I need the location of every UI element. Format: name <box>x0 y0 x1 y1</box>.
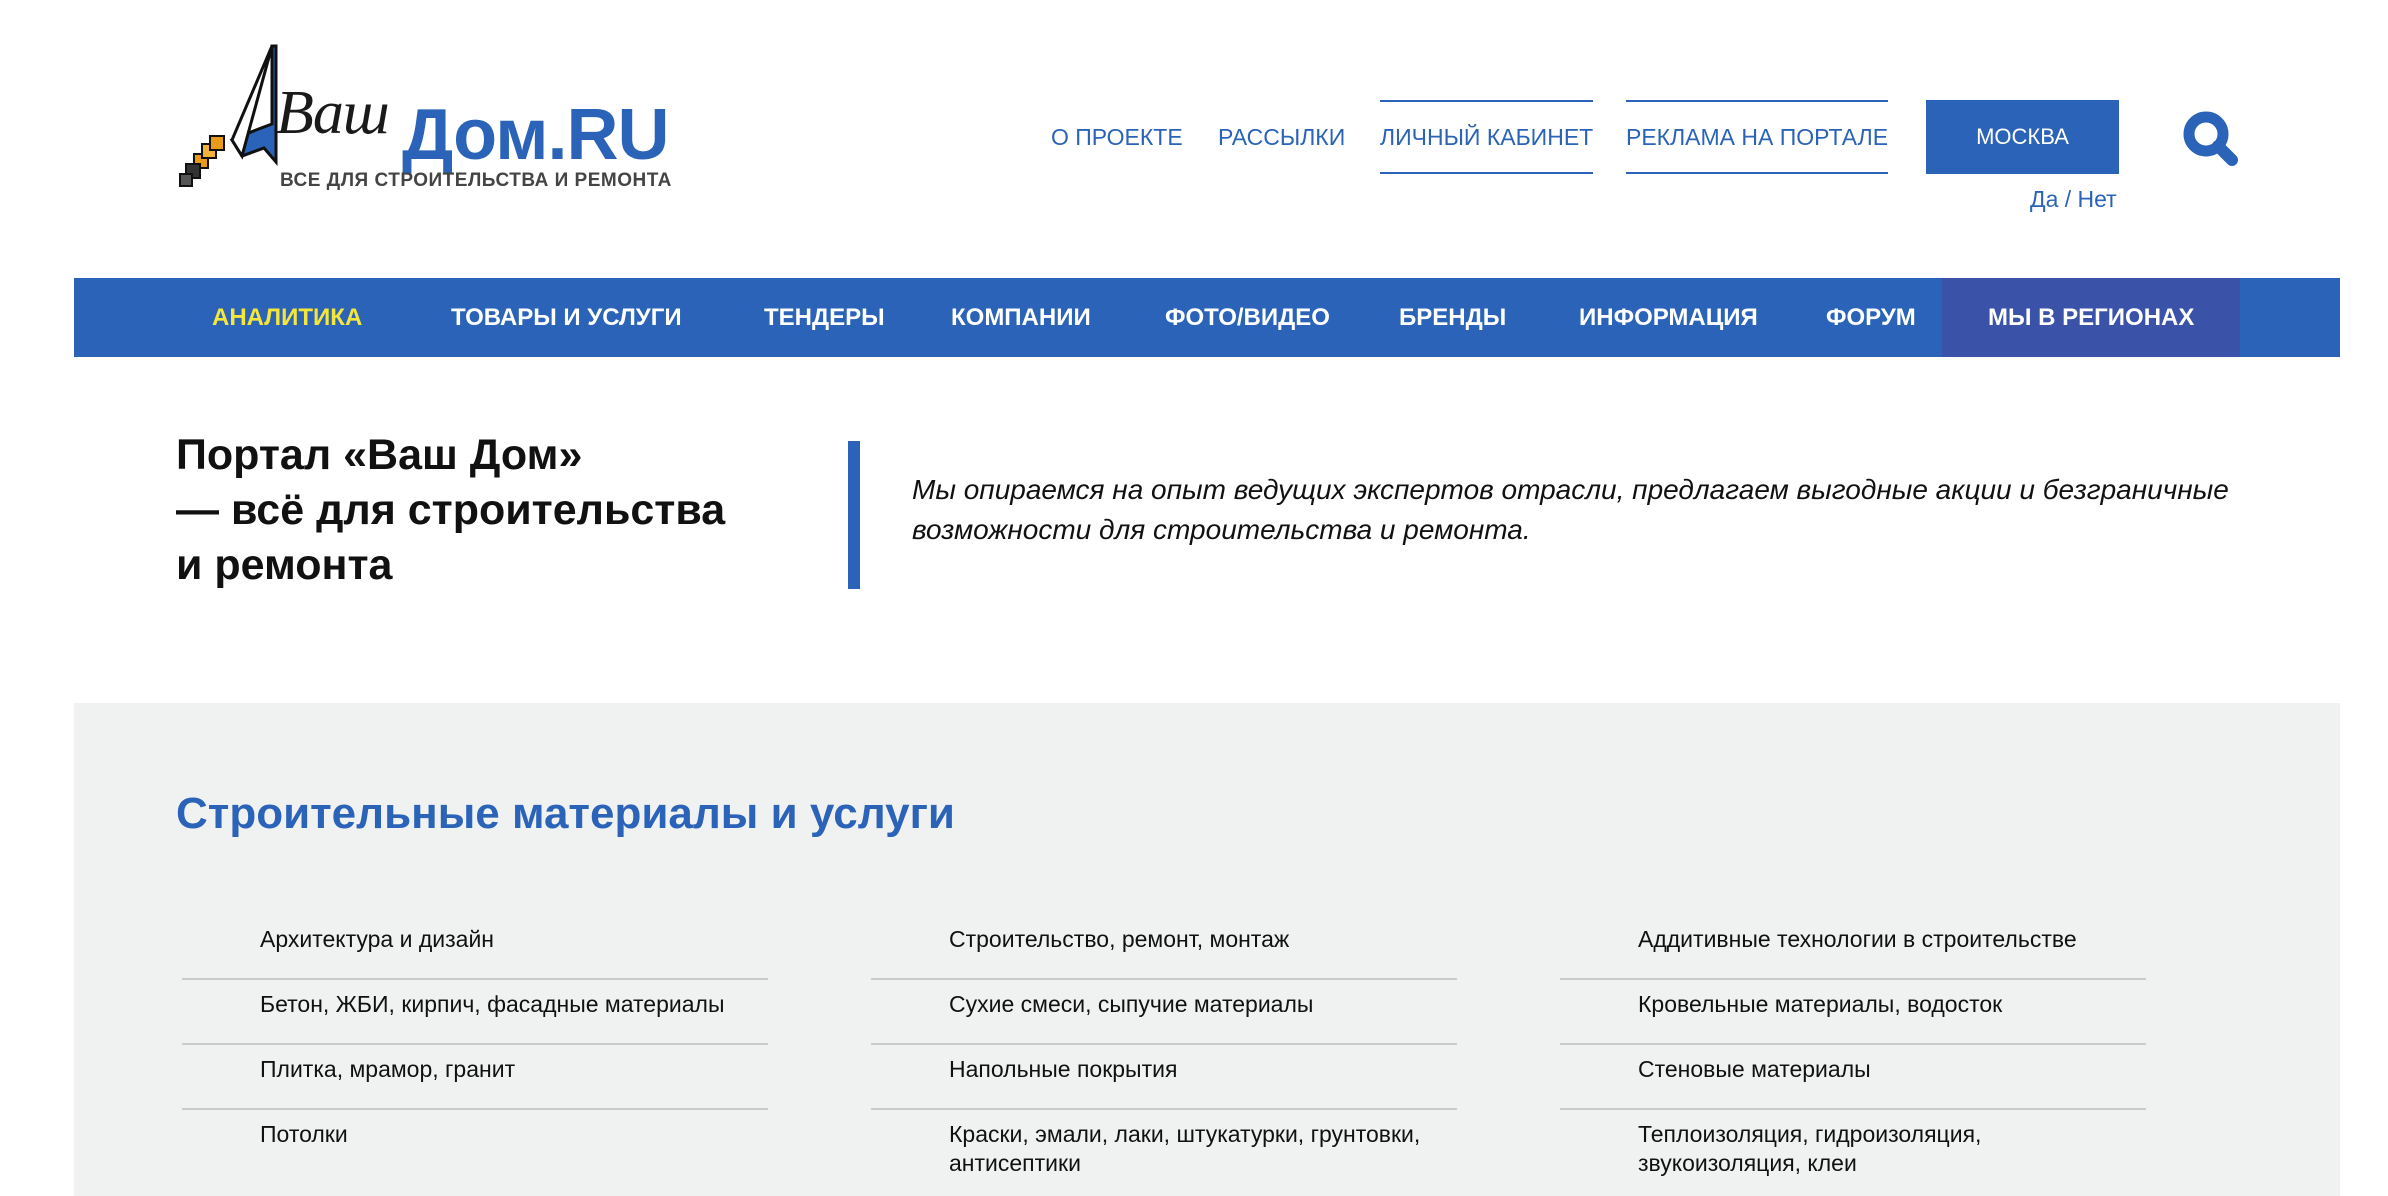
materials-item[interactable]: Строительство, ремонт, монтаж <box>871 915 1457 980</box>
intro-text: Мы опираемся на опыт ведущих экспертов о… <box>912 474 2229 545</box>
nav-item-photo-video[interactable]: ФОТО/ВИДЕО <box>1165 278 1330 357</box>
materials-section: Строительные материалы и услуги Архитект… <box>74 703 2340 1196</box>
nav-item-information[interactable]: ИНФОРМАЦИЯ <box>1579 278 1758 357</box>
materials-item[interactable]: Сухие смеси, сыпучие материалы <box>871 980 1457 1045</box>
nav-item-forum[interactable]: ФОРУМ <box>1826 278 1916 357</box>
about-project-link[interactable]: О ПРОЕКТЕ <box>1051 100 1183 174</box>
materials-item[interactable]: Стеновые материалы <box>1560 1045 2146 1110</box>
main-nav: АНАЛИТИКА ТОВАРЫ И УСЛУГИ ТЕНДЕРЫ КОМПАН… <box>74 278 2340 357</box>
materials-item[interactable]: Теплоизоляция, гидроизоляция, звукоизоля… <box>1560 1110 2146 1196</box>
intro-title-line: и ремонта <box>176 541 393 589</box>
intro-title-line: Портал «Ваш Дом» <box>176 431 583 479</box>
nav-item-analytics[interactable]: АНАЛИТИКА <box>212 278 362 357</box>
materials-item[interactable]: Кровельные материалы, водосток <box>1560 980 2146 1045</box>
advertising-link[interactable]: РЕКЛАМА НА ПОРТАЛЕ <box>1626 100 1889 174</box>
nav-item-goods-services[interactable]: ТОВАРЫ И УСЛУГИ <box>451 278 682 357</box>
materials-item[interactable]: Краски, эмали, лаки, штукатурки, грунтов… <box>871 1110 1457 1196</box>
materials-heading: Строительные материалы и услуги <box>176 789 955 838</box>
site-header: Ваш Дом.RU ВСЕ ДЛЯ СТРОИТЕЛЬСТВА И РЕМОН… <box>0 0 2388 278</box>
materials-item[interactable]: Напольные покрытия <box>871 1045 1457 1110</box>
nav-item-tenders[interactable]: ТЕНДЕРЫ <box>764 278 885 357</box>
nav-item-regions[interactable]: МЫ В РЕГИОНАХ <box>1942 278 2241 357</box>
nav-item-brands[interactable]: БРЕНДЫ <box>1399 278 1506 357</box>
city-confirm-yes[interactable]: Да <box>2030 186 2058 212</box>
materials-column-1: Архитектура и дизайн Бетон, ЖБИ, кирпич,… <box>182 915 768 1196</box>
personal-account-link[interactable]: ЛИЧНЫЙ КАБИНЕТ <box>1380 100 1594 174</box>
intro-title-line: — всё для строительства <box>176 486 726 534</box>
city-confirm: Да / Нет <box>2030 186 2117 213</box>
city-confirm-sep: / <box>2058 186 2078 212</box>
materials-item[interactable]: Бетон, ЖБИ, кирпич, фасадные материалы <box>182 980 768 1045</box>
materials-item[interactable]: Плитка, мрамор, гранит <box>182 1045 768 1110</box>
city-button[interactable]: МОСКВА <box>1926 100 2119 174</box>
materials-item[interactable]: Аддитивные технологии в строительстве <box>1560 915 2146 980</box>
materials-item[interactable]: Архитектура и дизайн <box>182 915 768 980</box>
newsletters-link[interactable]: РАССЫЛКИ <box>1218 100 1345 174</box>
intro-accent-bar <box>848 441 860 589</box>
intro-title: Портал «Ваш Дом» — всё для строительства… <box>176 428 816 593</box>
city-confirm-no[interactable]: Нет <box>2078 186 2117 212</box>
materials-column-3: Аддитивные технологии в строительстве Кр… <box>1560 915 2146 1196</box>
search-icon[interactable] <box>2180 108 2240 168</box>
nav-item-companies[interactable]: КОМПАНИИ <box>951 278 1091 357</box>
materials-column-2: Строительство, ремонт, монтаж Сухие смес… <box>871 915 1457 1196</box>
materials-item[interactable]: Потолки <box>182 1110 768 1196</box>
